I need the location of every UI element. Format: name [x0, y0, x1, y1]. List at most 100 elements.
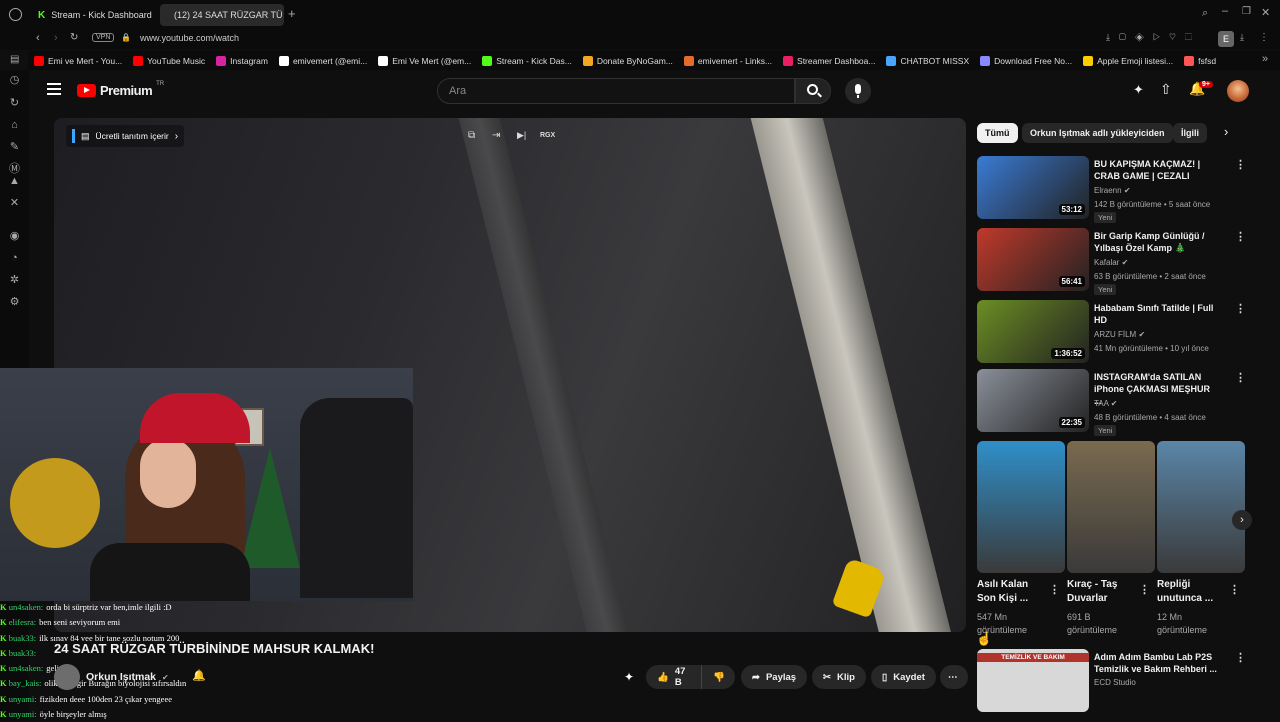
recommendation-item[interactable]: TEMİZLİK VE BAKIM Adım Adım Bambu Lab P2…: [977, 649, 1252, 720]
exit-icon[interactable]: ⇥: [492, 130, 500, 141]
bookmarks-overflow-icon[interactable]: »: [1262, 53, 1268, 65]
more-options-icon[interactable]: ⋮: [1235, 302, 1246, 315]
more-actions-button[interactable]: ⋯: [940, 665, 968, 689]
voice-search-button[interactable]: [845, 78, 871, 104]
history-icon[interactable]: ◷: [8, 74, 21, 87]
hamburger-menu-icon[interactable]: [47, 83, 61, 95]
more-options-icon[interactable]: ⋮: [1229, 583, 1240, 596]
save-button[interactable]: ▯ Kaydet: [871, 665, 936, 689]
tab-youtube-video[interactable]: (12) 24 SAAT RÜZGAR TÜ: [160, 4, 284, 26]
bookmark-item[interactable]: Apple Emoji listesi...: [1083, 55, 1173, 66]
shorts-next-button[interactable]: ›: [1232, 510, 1252, 530]
bookmark-item[interactable]: Instagram: [216, 55, 268, 66]
search-tabs-icon[interactable]: ⌕: [1202, 7, 1208, 20]
search-button[interactable]: [795, 78, 831, 104]
browser-more-icon[interactable]: ⋮: [1259, 32, 1269, 43]
pencil-icon[interactable]: ✎: [8, 141, 21, 154]
miniplayer-icon[interactable]: ⧉: [468, 130, 475, 141]
more-options-icon[interactable]: ⋮: [1235, 230, 1246, 243]
vpn-badge[interactable]: VPN: [92, 33, 115, 42]
bookmarks-icon[interactable]: ▤: [10, 54, 19, 65]
channel-name[interactable]: Orkun Işıtmak: [86, 671, 156, 683]
video-title[interactable]: Bir Garip Kamp Günlüğü / Yılbaşı Özel Ka…: [1094, 230, 1219, 254]
bookmark-item[interactable]: Emi Ve Mert (@em...: [378, 55, 471, 66]
video-title[interactable]: Adım Adım Bambu Lab P2S Temizlik ve Bakı…: [1094, 651, 1219, 675]
next-video-icon[interactable]: ▶|: [517, 130, 526, 141]
chip-from-uploader[interactable]: Orkun Işıtmak adlı yükleyiciden: [1022, 123, 1173, 143]
paid-promotion-banner[interactable]: ▤ Ücretli tanıtım içerir ›: [66, 125, 185, 147]
chips-next-icon[interactable]: ›: [1224, 124, 1228, 139]
channel-name[interactable]: ECD Studio: [1094, 678, 1136, 687]
bookmark-item[interactable]: YouTube Music: [133, 55, 205, 66]
close-window-icon[interactable]: ✕: [1261, 6, 1270, 19]
maximize-icon[interactable]: ❐: [1242, 6, 1251, 17]
ask-icon[interactable]: ✦: [624, 670, 634, 684]
new-tab-button[interactable]: +: [288, 6, 296, 21]
search-input[interactable]: Ara: [437, 78, 795, 104]
more-options-icon[interactable]: ⋮: [1139, 583, 1150, 596]
tab-kick-dashboard[interactable]: K Stream - Kick Dashboard: [30, 4, 156, 26]
channel-info[interactable]: Orkun Işıtmak ✔: [54, 664, 169, 690]
short-title[interactable]: Repliği unutunca ...: [1157, 578, 1227, 606]
recommendation-item[interactable]: 56:41 Bir Garip Kamp Günlüğü / Yılbaşı Öz…: [977, 228, 1252, 295]
extension-icons[interactable]: ⤓▢◈▷♡⬚: [1106, 32, 1201, 43]
extensions-icon[interactable]: ✲: [8, 274, 21, 287]
more-options-icon[interactable]: ⋮: [1235, 371, 1246, 384]
clock-icon[interactable]: ◔: [8, 252, 21, 265]
bookmark-item[interactable]: Emi ve Mert - You...: [34, 55, 122, 66]
download-icon[interactable]: ⤓: [1240, 32, 1244, 43]
back-icon[interactable]: ‹: [36, 32, 40, 44]
channel-avatar[interactable]: [54, 664, 80, 690]
upload-icon[interactable]: ⇧: [1160, 81, 1172, 98]
recommendation-item[interactable]: 53:12 BU KAPIŞMA KAÇMAZ! | CRAB GAME | CE…: [977, 156, 1252, 223]
recommendation-item[interactable]: 1:36:52 Hababam Sınıfı Tatilde | Full HD A…: [977, 300, 1252, 366]
short-title[interactable]: Kıraç - Taş Duvarlar: [1067, 578, 1137, 606]
short-thumbnail[interactable]: [977, 441, 1065, 573]
video-thumbnail[interactable]: 22:35: [977, 369, 1089, 432]
video-thumbnail[interactable]: 53:12: [977, 156, 1089, 219]
video-thumbnail[interactable]: 56:41: [977, 228, 1089, 291]
account-avatar[interactable]: [1227, 80, 1249, 102]
triangle-icon[interactable]: ▲: [8, 175, 21, 188]
clip-button[interactable]: ✂ Klip: [812, 665, 866, 689]
bookmark-item[interactable]: fsfsd: [1184, 55, 1216, 66]
bookmark-item[interactable]: Donate ByNoGam...: [582, 55, 673, 66]
bookmark-item[interactable]: Download Free No...: [980, 55, 1072, 66]
x-twitter-icon[interactable]: ✕: [8, 197, 21, 210]
chip-all[interactable]: Tümü: [977, 123, 1018, 143]
chip-related[interactable]: İlgili: [1173, 123, 1207, 143]
channel-name[interactable]: Elraenn ✔: [1094, 186, 1131, 195]
profile-avatar[interactable]: E: [1218, 31, 1234, 47]
video-title[interactable]: BU KAPIŞMA KAÇMAZ! | CRAB GAME | CEZALI: [1094, 158, 1219, 182]
bookmark-item[interactable]: emivemert - Links...: [683, 55, 772, 66]
more-options-icon[interactable]: ⋮: [1235, 158, 1246, 171]
create-icon[interactable]: ✦: [1133, 82, 1144, 98]
recommendation-item[interactable]: 22:35 INSTAGRAM'da SATILAN iPhone ÇAKMASI…: [977, 369, 1252, 436]
more-options-icon[interactable]: ⋮: [1235, 651, 1246, 664]
bookmark-item[interactable]: emivemert (@emi...: [278, 55, 367, 66]
short-thumbnail[interactable]: [1157, 441, 1245, 573]
channel-name[interactable]: ARZU FİLM ✔: [1094, 330, 1145, 339]
video-thumbnail[interactable]: TEMİZLİK VE BAKIM: [977, 649, 1089, 712]
short-thumbnail[interactable]: [1067, 441, 1155, 573]
browser-menu-icon[interactable]: [9, 8, 22, 21]
youtube-logo[interactable]: Premium TR: [77, 81, 164, 98]
forward-icon[interactable]: ›: [54, 32, 58, 44]
settings-icon[interactable]: ⚙: [8, 296, 21, 309]
video-title[interactable]: Hababam Sınıfı Tatilde | Full HD: [1094, 302, 1219, 326]
channel-name[interactable]: TAA ✔: [1094, 399, 1117, 408]
share-button[interactable]: ➦ Paylaş: [741, 665, 808, 689]
more-options-icon[interactable]: ⋮: [1049, 583, 1060, 596]
bookmark-item[interactable]: CHATBOT MISSX: [886, 55, 969, 66]
minimize-icon[interactable]: –: [1222, 5, 1228, 17]
like-button[interactable]: 👍 47 B: [646, 665, 701, 689]
workspace-icon[interactable]: ⌂: [8, 119, 21, 132]
channel-name[interactable]: Kafalar ✔: [1094, 258, 1128, 267]
video-thumbnail[interactable]: 1:36:52: [977, 300, 1089, 363]
bookmark-item[interactable]: Stream - Kick Das...: [482, 55, 572, 66]
sidebar-reload-icon[interactable]: ↻: [8, 97, 21, 110]
bookmark-item[interactable]: Streamer Dashboa...: [783, 55, 875, 66]
short-title[interactable]: Asılı Kalan Son Kişi ...: [977, 578, 1047, 606]
bell-subscribe-icon[interactable]: 🔔: [192, 669, 206, 682]
reload-icon[interactable]: ↻: [70, 32, 78, 43]
